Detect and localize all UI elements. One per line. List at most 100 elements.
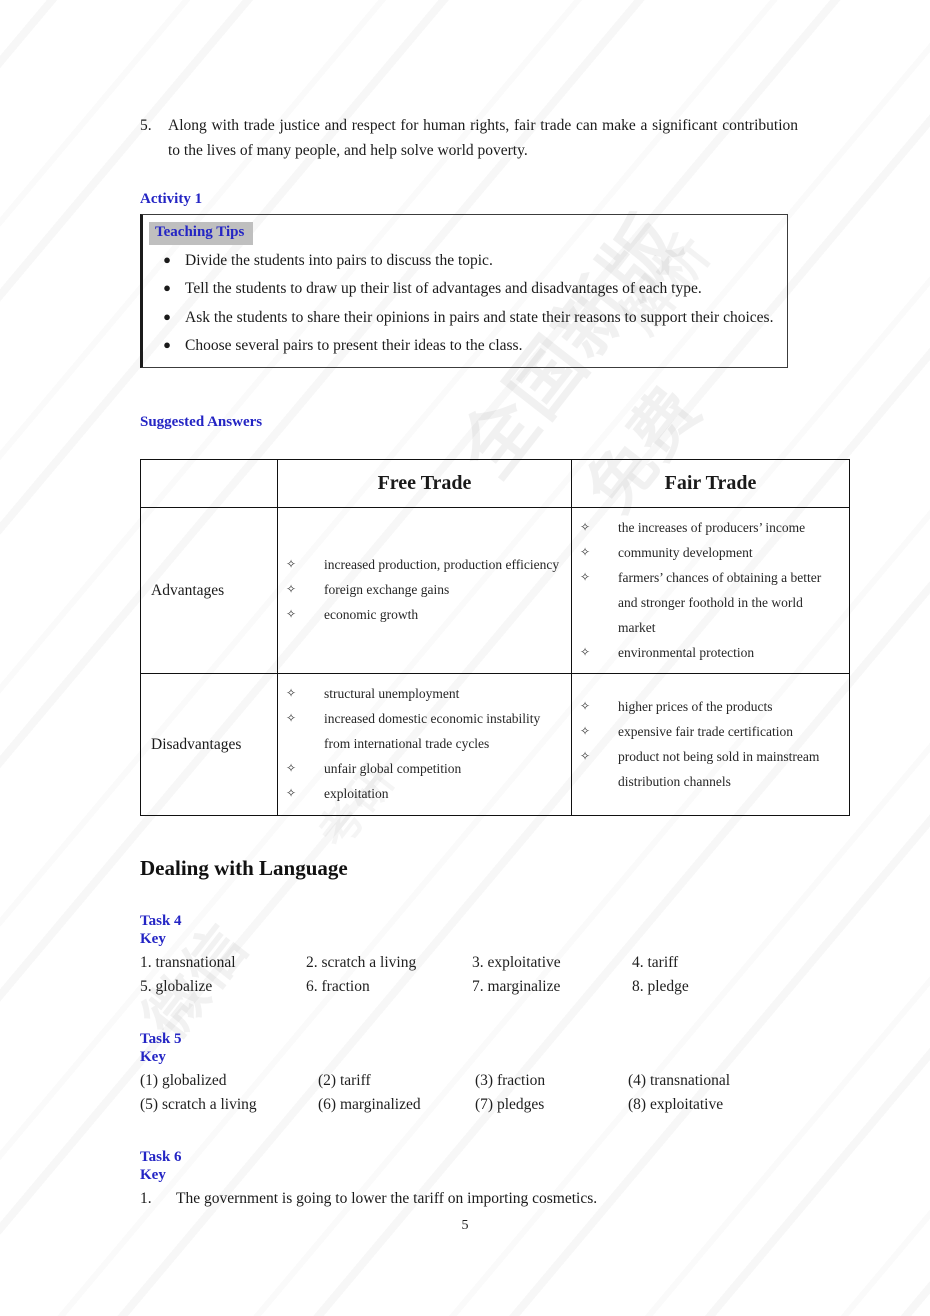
list-item: ✧ the increases of producers’ income: [580, 516, 841, 541]
diamond-bullet-icon: ✧: [286, 761, 297, 776]
task4-answer: 3. exploitative: [472, 954, 561, 972]
diamond-bullet-icon: ✧: [286, 557, 297, 572]
paragraph-marker: 5.: [140, 117, 152, 134]
table-header-blank: [140, 458, 278, 508]
teaching-tips-label: Teaching Tips: [149, 222, 254, 245]
list-item: ✧ higher prices of the products: [580, 695, 841, 720]
row-label-disadvantages: Disadvantages: [140, 673, 278, 817]
list-item: ✧ expensive fair trade certification: [580, 720, 841, 745]
list-item-text: structural unemployment: [324, 686, 460, 702]
diamond-bullet-icon: ✧: [580, 544, 591, 559]
bullet-icon: ●: [163, 337, 171, 353]
task5-heading: Task 5: [140, 1031, 182, 1048]
list-item: ✧ environmental protection: [580, 641, 841, 666]
task4-answer: 6. fraction: [306, 978, 370, 996]
bullet-icon: ●: [163, 280, 171, 296]
task4-answer: 7. marginalize: [472, 978, 561, 996]
diamond-bullet-icon: ✧: [580, 519, 591, 534]
page-number: 5: [461, 1218, 469, 1233]
diamond-list: ✧ increased production, production effic…: [286, 553, 563, 628]
task5-answer: (5) scratch a living: [140, 1096, 257, 1114]
list-item-text: the increases of producers’ income: [618, 519, 806, 535]
list-item-text: farmers’ chances of obtaining a better a…: [618, 569, 822, 635]
list-item: ✧ unfair global competition: [286, 757, 563, 782]
answer-text: The government is going to lower the tar…: [176, 1190, 598, 1208]
diamond-list: ✧ structural unemployment ✧ increased do…: [286, 682, 563, 807]
diamond-bullet-icon: ✧: [286, 786, 297, 801]
diamond-bullet-icon: ✧: [580, 644, 591, 659]
suggested-answers-table: Free Trade Fair Trade Advantages ✧ incre…: [140, 458, 850, 817]
list-item: ✧ exploitation: [286, 782, 563, 807]
tip-text: Tell the students to draw up their list …: [185, 280, 702, 298]
cell-advantages-fair-trade: ✧ the increases of producers’ income ✧ c…: [571, 506, 850, 675]
diamond-list: ✧ the increases of producers’ income ✧ c…: [580, 516, 841, 666]
list-item-text: increased domestic economic instability …: [324, 711, 541, 752]
task4-heading: Task 4: [140, 913, 182, 930]
task4-answer: 8. pledge: [632, 978, 689, 996]
row-label-advantages: Advantages: [140, 506, 278, 675]
suggested-answers-heading: Suggested Answers: [140, 413, 263, 430]
task4-answer: 5. globalize: [140, 978, 213, 996]
table-row: Disadvantages ✧ structural unemployment …: [140, 673, 850, 817]
tip-text: Ask the students to share their opinions…: [185, 308, 774, 326]
diamond-list: ✧ higher prices of the products ✧ expens…: [580, 695, 841, 795]
task4-answer: 4. tariff: [632, 954, 679, 972]
list-item: ● Choose several pairs to present their …: [149, 334, 777, 358]
diamond-bullet-icon: ✧: [580, 723, 591, 738]
list-item: ● Divide the students into pairs to disc…: [149, 249, 777, 273]
task5-answer: (3) fraction: [475, 1072, 546, 1090]
page-content: 5. Along with trade justice and respect …: [140, 0, 850, 1212]
diamond-bullet-icon: ✧: [286, 711, 297, 726]
table-header-row: Free Trade Fair Trade: [140, 458, 850, 508]
diamond-bullet-icon: ✧: [580, 698, 591, 713]
list-item: ✧ product not being sold in mainstream d…: [580, 745, 841, 795]
list-item-text: higher prices of the products: [618, 698, 773, 714]
bullet-icon: ●: [163, 251, 171, 267]
list-item-text: foreign exchange gains: [324, 582, 450, 598]
task6-key-label: Key: [140, 1167, 166, 1184]
task4-key-label: Key: [140, 931, 166, 948]
list-item: ● Tell the students to draw up their lis…: [149, 277, 777, 301]
task4-answer: 1. transnational: [140, 954, 236, 972]
list-item: ✧ increased domestic economic instabilit…: [286, 707, 563, 757]
list-item: ✧ community development: [580, 541, 841, 566]
task5-answer: (6) marginalized: [318, 1096, 421, 1114]
list-item-text: expensive fair trade certification: [618, 723, 794, 739]
page-title: Dealing with Language: [140, 856, 348, 881]
diamond-bullet-icon: ✧: [580, 748, 591, 763]
list-item: ● Ask the students to share their opinio…: [149, 306, 777, 330]
list-item: ✧ increased production, production effic…: [286, 553, 563, 578]
table-header-free-trade: Free Trade: [277, 458, 572, 508]
list-item-text: product not being sold in mainstream dis…: [618, 748, 820, 789]
paragraph-text: Along with trade justice and respect for…: [168, 117, 798, 160]
task6-answer-item: 1. The government is going to lower the …: [140, 1187, 798, 1212]
task5-answers-grid: (1) globalized (2) tariff (3) fraction (…: [140, 1069, 798, 1117]
task5-answer: (1) globalized: [140, 1072, 227, 1090]
list-item: ✧ economic growth: [286, 603, 563, 628]
tip-text: Divide the students into pairs to discus…: [185, 251, 493, 269]
list-item-text: exploitation: [324, 786, 389, 802]
cell-disadvantages-free-trade: ✧ structural unemployment ✧ increased do…: [277, 673, 572, 817]
task5-answer: (2) tariff: [318, 1072, 371, 1090]
table-header-fair-trade: Fair Trade: [571, 458, 850, 508]
task5-answer: (4) transnational: [628, 1072, 731, 1090]
cell-advantages-free-trade: ✧ increased production, production effic…: [277, 506, 572, 675]
list-item: ✧ farmers’ chances of obtaining a better…: [580, 566, 841, 641]
list-item-text: economic growth: [324, 607, 419, 623]
list-item-text: community development: [618, 544, 753, 560]
task5-answer: (7) pledges: [475, 1096, 545, 1114]
activity-heading: Activity 1: [140, 191, 203, 208]
diamond-bullet-icon: ✧: [286, 686, 297, 701]
teaching-tips-box: Teaching Tips ● Divide the students into…: [140, 214, 788, 368]
task6-heading: Task 6: [140, 1149, 182, 1166]
list-item: ✧ structural unemployment: [286, 682, 563, 707]
diamond-bullet-icon: ✧: [286, 607, 297, 622]
list-item-text: increased production, production efficie…: [324, 557, 560, 573]
teaching-tips-list: ● Divide the students into pairs to disc…: [149, 249, 777, 359]
task5-key-label: Key: [140, 1049, 166, 1066]
bullet-icon: ●: [163, 308, 171, 324]
answer-marker: 1.: [140, 1190, 152, 1208]
tip-text: Choose several pairs to present their id…: [185, 337, 523, 355]
cell-disadvantages-fair-trade: ✧ higher prices of the products ✧ expens…: [571, 673, 850, 817]
task4-answer: 2. scratch a living: [306, 954, 417, 972]
